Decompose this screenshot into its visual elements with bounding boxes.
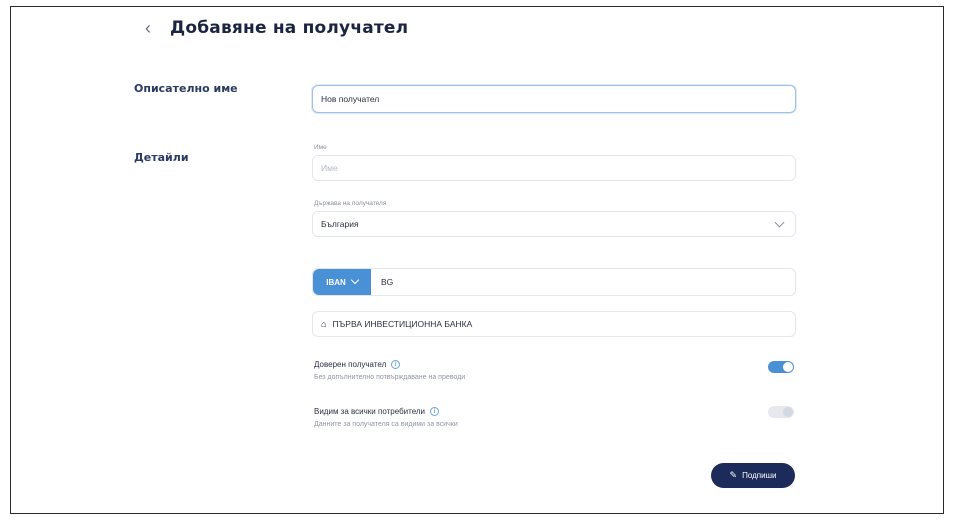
country-select[interactable]: България — [312, 211, 796, 237]
country-select-value: България — [321, 219, 359, 229]
info-icon[interactable]: i — [391, 360, 401, 369]
info-icon[interactable]: i — [430, 407, 440, 416]
country-field-label: Държава на получателя — [314, 200, 387, 207]
sign-button[interactable]: ✎ Подпиши — [711, 463, 795, 488]
chevron-down-icon — [350, 275, 360, 285]
iban-input-value: BG — [381, 277, 394, 287]
iban-type-dropdown[interactable]: IBAN — [313, 269, 371, 295]
chevron-left-icon[interactable]: ‹ — [138, 18, 158, 38]
toggle-knob — [783, 407, 793, 417]
page-header: ‹ Добавяне на получател — [138, 18, 409, 39]
page-title: Добавяне на получател — [170, 18, 409, 38]
bank-name-value: ПЪРВА ИНВЕСТИЦИОННА БАНКА — [332, 319, 473, 329]
trusted-recipient-subtitle: Без допълнително потвърждаване на превод… — [314, 374, 466, 381]
name-input[interactable]: Име — [312, 155, 796, 181]
visible-to-all-toggle[interactable] — [768, 406, 794, 418]
name-field-label: Име — [314, 144, 327, 151]
pen-icon: ✎ — [729, 470, 738, 480]
trusted-recipient-label: Доверен получател — [314, 360, 387, 369]
description-section-label: Описателно име — [134, 82, 238, 95]
iban-input[interactable]: IBAN BG — [312, 268, 796, 296]
trusted-recipient-title: Доверен получател i — [314, 360, 401, 369]
description-input[interactable]: Нов получател — [312, 85, 796, 113]
visible-to-all-title: Видим за всички потребители i — [314, 407, 440, 416]
bank-icon: ⌂ — [321, 319, 327, 329]
description-input-value: Нов получател — [321, 94, 380, 104]
bank-name-field: ⌂ ПЪРВА ИНВЕСТИЦИОННА БАНКА — [312, 311, 796, 337]
toggle-knob — [783, 362, 793, 372]
visible-to-all-label: Видим за всички потребители — [314, 407, 426, 416]
name-input-placeholder: Име — [321, 163, 338, 173]
sign-button-label: Подпиши — [742, 471, 777, 480]
iban-type-label: IBAN — [326, 277, 346, 287]
trusted-recipient-toggle[interactable] — [768, 361, 794, 373]
visible-to-all-subtitle: Данните за получателя са видими за всичк… — [314, 421, 458, 428]
chevron-down-icon — [774, 217, 785, 228]
details-section-label: Детайли — [134, 151, 189, 164]
